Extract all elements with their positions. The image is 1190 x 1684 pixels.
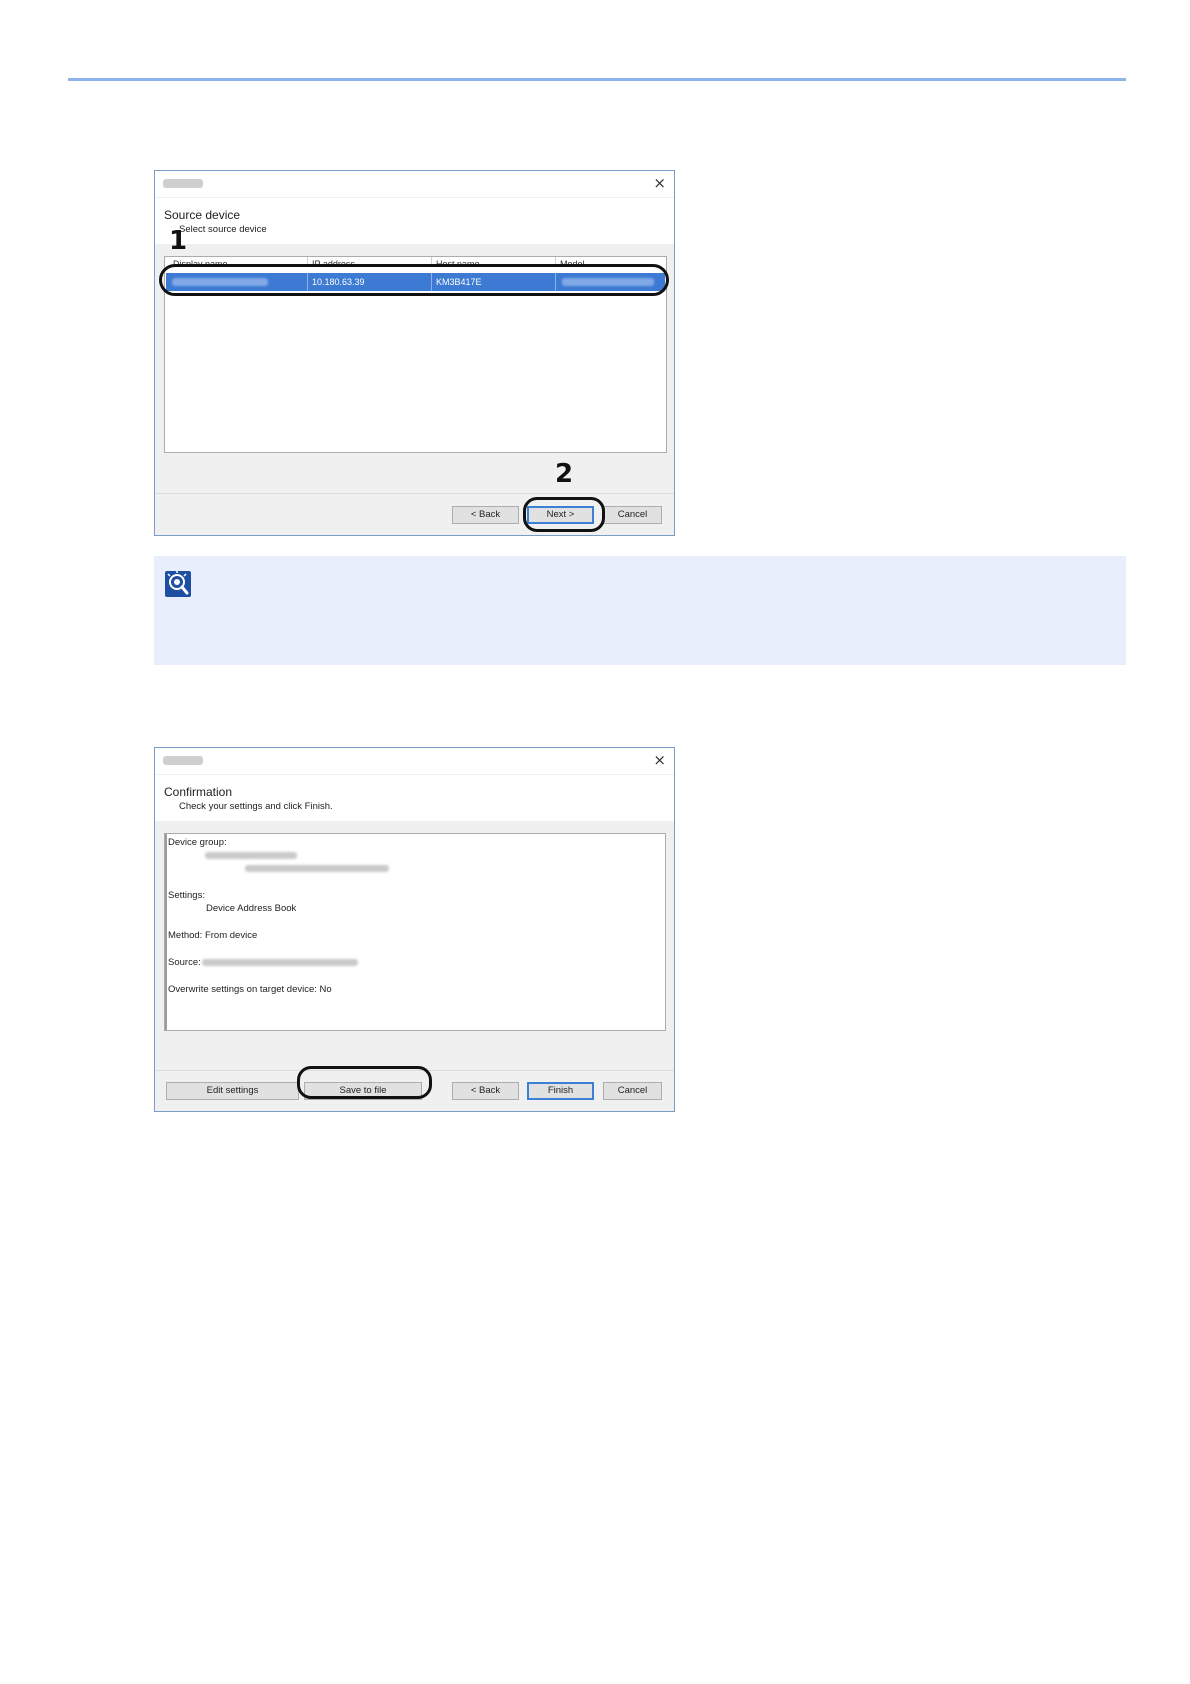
callout-number-2: 2 [555,459,574,489]
dialog-header: Source device Select source device [155,197,674,245]
edit-settings-button[interactable]: Edit settings [166,1082,299,1100]
back-button[interactable]: < Back [452,1082,519,1100]
dialog-title-redacted [163,756,203,765]
summary-left-border [165,834,167,1030]
dialog-subheading: Check your settings and click Finish. [179,801,333,812]
source-redacted [202,959,358,966]
callout-ring-next-button [523,497,605,532]
cancel-button[interactable]: Cancel [603,506,662,524]
dialog-header: Confirmation Check your settings and cli… [155,774,674,822]
back-button[interactable]: < Back [452,506,519,524]
cancel-button[interactable]: Cancel [603,1082,662,1100]
settings-summary[interactable]: Device group: Settings: Device Address B… [164,833,666,1031]
dialog-heading: Confirmation [164,785,233,799]
footer-separator [155,493,674,494]
source-device-dialog: × Source device Select source device Dis… [154,170,675,536]
close-icon[interactable]: × [653,751,666,769]
callout-ring-save-button [297,1066,432,1099]
dialog-title-bar: × [155,748,674,774]
callout-ring-device-row [159,264,669,296]
finish-button[interactable]: Finish [527,1082,594,1100]
dialog-title-bar: × [155,171,674,197]
note-box [154,556,1126,665]
top-rule [68,78,1126,81]
dialog-heading: Source device [164,208,241,222]
device-group-redacted [205,852,297,859]
source-label: Source: [168,957,201,968]
settings-value: Device Address Book [206,903,297,914]
device-group-label: Device group: [168,837,227,848]
lightbulb-note-icon [165,571,191,597]
device-group-redacted [245,865,389,872]
overwrite-line: Overwrite settings on target device: No [168,984,332,995]
confirmation-dialog: × Confirmation Check your settings and c… [154,747,675,1112]
close-icon[interactable]: × [653,174,666,192]
dialog-subheading: Select source device [179,224,267,235]
method-line: Method: From device [168,930,258,941]
dialog-title-redacted [163,179,203,188]
callout-number-1: 1 [169,226,188,256]
settings-label: Settings: [168,890,205,901]
